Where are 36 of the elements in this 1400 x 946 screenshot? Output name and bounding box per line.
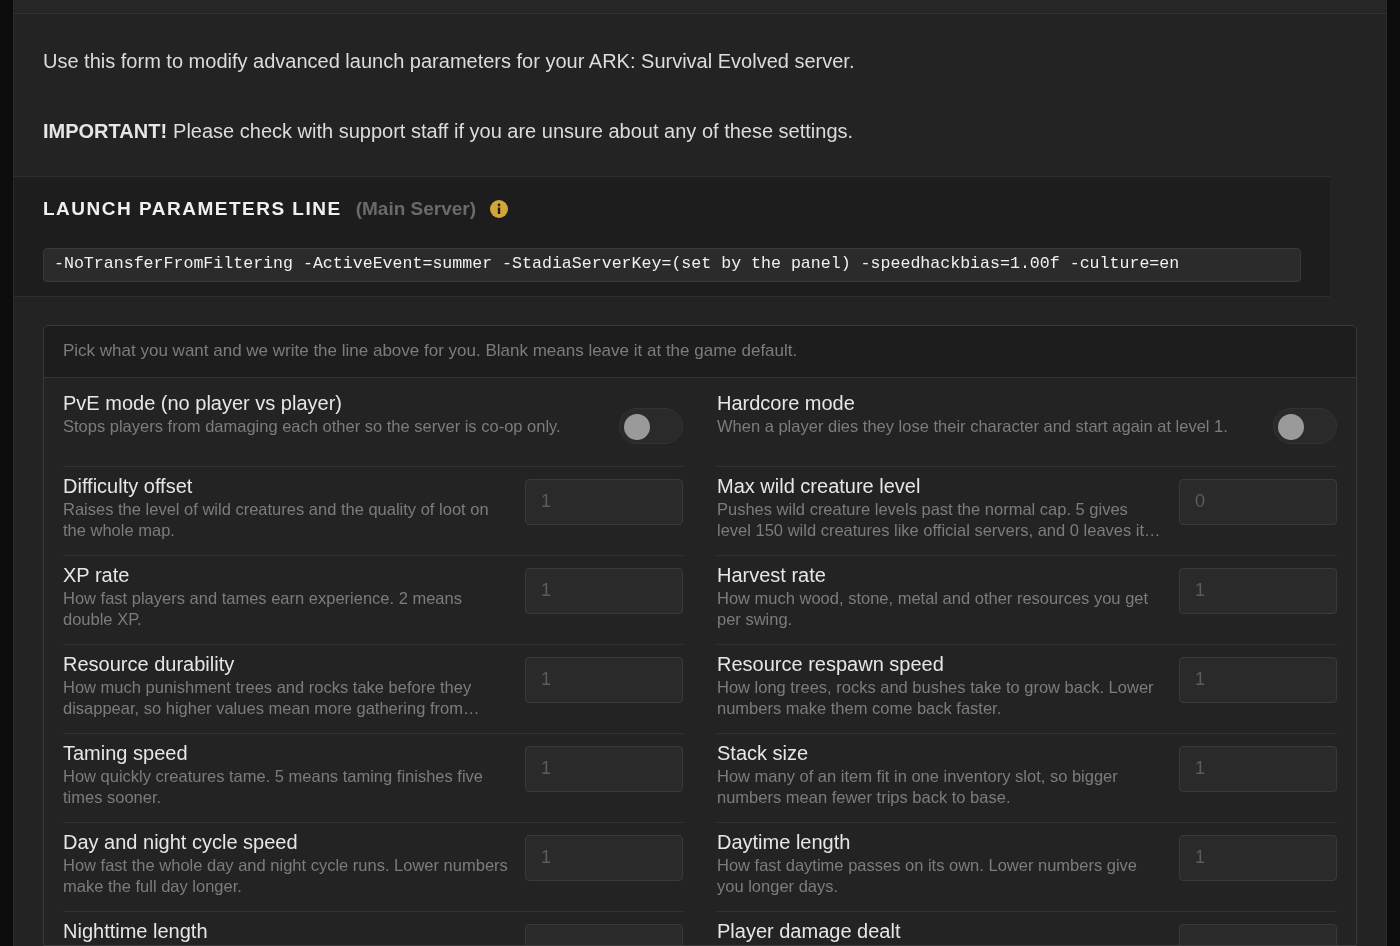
setting-description: How much punishment trees and rocks take before they disappear, so higher values mean more gathering from… <box>63 676 481 719</box>
setting-label: Resource respawn speed <box>717 651 945 677</box>
toggle-switch[interactable] <box>619 407 683 444</box>
setting-label: XP rate <box>63 562 131 588</box>
setting-label: Resource durability <box>63 651 236 677</box>
setting-label: Taming speed <box>63 740 189 766</box>
setting-description: How long trees, rocks and bushes take to grow back. Lower numbers make them come back faster. <box>717 676 1155 719</box>
section-title: LAUNCH PARAMETERS LINE <box>43 197 342 221</box>
setting-description: Pushes wild creature levels past the normal cap. 5 gives level 150 wild creatures like official servers, and 0 leaves it… <box>717 498 1162 541</box>
setting-description: How many of an item fit in one inventory slot, so bigger numbers mean fewer trips back to base. <box>717 765 1119 808</box>
setting-description: When a player dies they lose their character and start again at level 1. <box>717 415 1229 437</box>
setting-label: Difficulty offset <box>63 473 194 499</box>
setting-label: Daytime length <box>717 829 852 855</box>
setting-label: Stack size <box>717 740 810 766</box>
important-label: IMPORTANT! <box>43 119 168 144</box>
form-hint: Pick what you want and we write the line above for you. Blank means leave it at the game default. <box>63 340 798 363</box>
setting-label: Player damage dealt <box>717 918 902 944</box>
setting-description: How quickly creatures tame. 5 means taming finishes five times sooner. <box>63 765 484 808</box>
important-text: Please check with support staff if you are unsure about any of these settings. <box>173 119 854 144</box>
setting-label: Harvest rate <box>717 562 827 588</box>
setting-label: Hardcore mode <box>717 390 856 416</box>
launch-line-field[interactable]: -NoTransferFromFiltering -ActiveEvent=summer -StadiaServerKey=(set by the panel) -speedhackbias=1.00f -culture=en <box>43 247 1301 282</box>
info-icon[interactable] <box>490 200 509 219</box>
setting-description: How fast players and tames earn experience. 2 means double XP. <box>63 587 463 630</box>
setting-description: Stops players from damaging each other so the server is co-op only. <box>63 415 562 437</box>
setting-description: How fast the whole day and night cycle runs. Lower numbers make the full day longer. <box>63 854 509 897</box>
section-subtitle: (Main Server) <box>355 197 477 221</box>
setting-label: PvE mode (no player vs player) <box>63 390 343 416</box>
setting-description: How fast daytime passes on its own. Lower numbers give you longer days. <box>717 854 1139 897</box>
setting-label: Day and night cycle speed <box>63 829 299 855</box>
setting-description: Raises the level of wild creatures and the quality of loot on the whole map. <box>63 498 490 541</box>
setting-label: Nighttime length <box>63 918 209 944</box>
setting-label: Max wild creature level <box>717 473 922 499</box>
toggle-switch[interactable] <box>1273 407 1337 444</box>
setting-description: How much wood, stone, metal and other resources you get per swing. <box>717 587 1150 630</box>
intro-text: Use this form to modify advanced launch parameters for your ARK: Survival Evolved server. <box>43 49 856 74</box>
